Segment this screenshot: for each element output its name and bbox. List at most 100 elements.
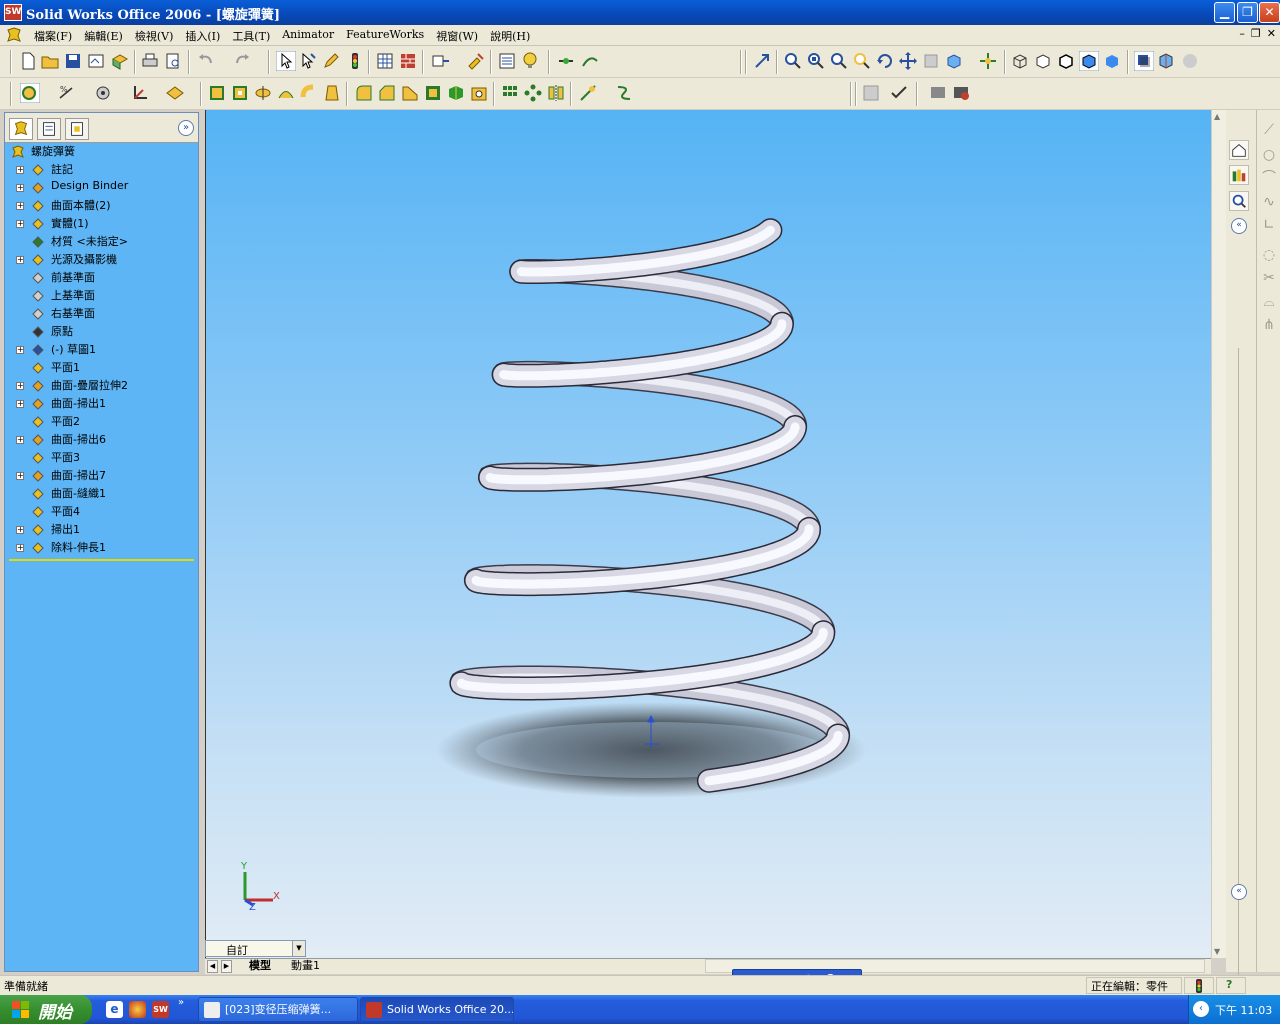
tab-model[interactable]: 模型 [249,959,271,974]
render-icon[interactable] [951,83,971,103]
design-table-icon[interactable] [431,51,451,71]
coordinate-system-icon[interactable] [130,83,150,103]
tray-expand-chevron-icon[interactable]: ‹ [1193,1001,1209,1017]
rebuild-traffic-light-icon[interactable] [345,51,365,71]
menu-animator[interactable]: Animator [276,28,340,44]
chevron-down-icon[interactable]: ▼ [292,941,305,956]
doc-minimize-button[interactable]: – [1239,27,1245,40]
section-view-icon[interactable] [1156,51,1176,71]
save-icon[interactable] [63,51,83,71]
collapse-task-pane-chevron-icon[interactable]: « [1231,218,1247,234]
tree-item[interactable]: 右基準面 [5,305,198,323]
sketch-spline-icon[interactable]: ∿ [1261,194,1277,210]
wrap-icon[interactable] [446,83,466,103]
expand-panel-chevron-icon[interactable]: » [178,120,194,136]
vertical-scrollbar[interactable]: ▲ ▼ [1211,110,1226,958]
sketch-line-icon[interactable]: ⟋ [1261,122,1277,138]
mate-tools-icon[interactable] [466,51,486,71]
zoom-in-out-icon[interactable] [829,51,849,71]
tab-scroll-right-icon[interactable]: ▶ [221,960,232,973]
view-selector-icon[interactable] [752,51,772,71]
zoom-to-selection-icon[interactable] [852,51,872,71]
scroll-down-icon[interactable]: ▼ [1214,947,1220,956]
expand-plus-icon[interactable]: + [16,166,24,174]
select-cursor-icon[interactable] [276,51,296,71]
shell-icon[interactable] [423,83,443,103]
sketch-pencil-icon[interactable] [321,51,341,71]
orientation-icon[interactable] [978,51,998,71]
shaded-with-edges-icon[interactable] [1079,51,1099,71]
quicklaunch-more-chevron-icon[interactable]: » [178,997,184,1008]
tree-item[interactable]: 材質 <未指定> [5,233,198,251]
tree-item[interactable]: + 曲面-掃出1 [5,395,198,413]
tree-item[interactable]: 平面4 [5,503,198,521]
tree-item[interactable]: + 實體(1) [5,215,198,233]
expand-plus-icon[interactable]: + [16,346,24,354]
expand-plus-icon[interactable]: + [16,436,24,444]
expand-plus-icon[interactable]: + [16,472,24,480]
menu-window[interactable]: 視窗(W) [430,28,484,44]
expand-plus-icon[interactable]: + [16,544,24,552]
expand-plus-icon[interactable]: + [16,202,24,210]
expand-plus-icon[interactable]: + [16,382,24,390]
draft-icon[interactable] [322,83,342,103]
tree-root-part[interactable]: 螺旋彈簧 [5,143,198,161]
tree-item[interactable]: + 掃出1 [5,521,198,539]
graphics-area[interactable]: Y X Z [205,110,1211,958]
solidworks-app-icon[interactable]: SW [4,4,22,21]
tree-item[interactable]: 原點 [5,323,198,341]
spring-model[interactable]: Y X Z [206,110,1211,958]
home-icon[interactable] [1229,140,1249,160]
tree-item[interactable]: + 曲面-掃出6 [5,431,198,449]
tree-item[interactable]: 曲面-縫織1 [5,485,198,503]
new-document-icon[interactable] [18,51,38,71]
sketch-extend-icon[interactable]: ⌓ [1261,294,1277,310]
menu-featureworks[interactable]: FeatureWorks [340,28,430,44]
extruded-cut-icon[interactable] [230,83,250,103]
macro-icon[interactable] [556,51,576,71]
zoom-to-area-icon[interactable] [806,51,826,71]
menu-view[interactable]: 檢視(V) [129,28,180,44]
tab-animation1[interactable]: 動畫1 [291,959,320,974]
print-preview-icon[interactable] [163,51,183,71]
tree-item[interactable]: + 註記 [5,161,198,179]
tab-configuration-manager-icon[interactable] [65,118,89,140]
open-folder-icon[interactable] [40,51,60,71]
task-pane-expand-chevron-icon[interactable]: « [1231,884,1247,900]
menu-edit[interactable]: 編輯(E) [78,28,129,44]
print-icon[interactable] [140,51,160,71]
make-assembly-icon[interactable] [110,51,130,71]
sketch-fillet-icon[interactable]: ∟ [1261,217,1277,233]
sketch-circle-icon[interactable]: ○ [1261,147,1277,163]
rollback-bar[interactable] [9,559,194,561]
doc-restore-button[interactable]: ❐ [1251,27,1261,40]
select-other-icon[interactable] [298,51,318,71]
shadows-icon[interactable] [1134,51,1154,71]
help-bulb-icon[interactable] [520,51,540,71]
menu-help[interactable]: 說明(H) [484,28,536,44]
media-player-icon[interactable] [129,1001,146,1018]
tab-scroll-left-icon[interactable]: ◀ [207,960,218,973]
menu-file[interactable]: 檔案(F) [28,28,78,44]
expand-plus-icon[interactable]: + [16,220,24,228]
rotate-view-icon[interactable] [875,51,895,71]
grid-icon[interactable] [375,51,395,71]
expand-plus-icon[interactable]: + [16,184,24,192]
check-icon[interactable] [889,83,909,103]
circular-pattern-icon[interactable] [523,83,543,103]
tree-item[interactable]: 平面2 [5,413,198,431]
3d-drawing-view-icon[interactable] [921,51,941,71]
revolve-icon[interactable] [253,83,273,103]
taskbar-item-solidworks[interactable]: Solid Works Office 20... [360,997,514,1022]
help-icon[interactable]: ? [1226,978,1232,991]
reference-geometry-icon[interactable] [93,83,113,103]
standard-views-icon[interactable] [944,51,964,71]
sketch-mirror-icon[interactable]: ⋔ [1261,317,1277,333]
sketch-trim-icon[interactable]: ✂ [1261,270,1277,286]
view-orientation-select[interactable]: 自訂 ▼ [205,940,306,957]
make-drawing-icon[interactable] [86,51,106,71]
tree-item[interactable]: + 曲面-疊層拉伸2 [5,377,198,395]
fillet-icon[interactable] [354,83,374,103]
dimension-dropdown-icon[interactable]: % [57,83,77,103]
hidden-lines-visible-icon[interactable] [1033,51,1053,71]
